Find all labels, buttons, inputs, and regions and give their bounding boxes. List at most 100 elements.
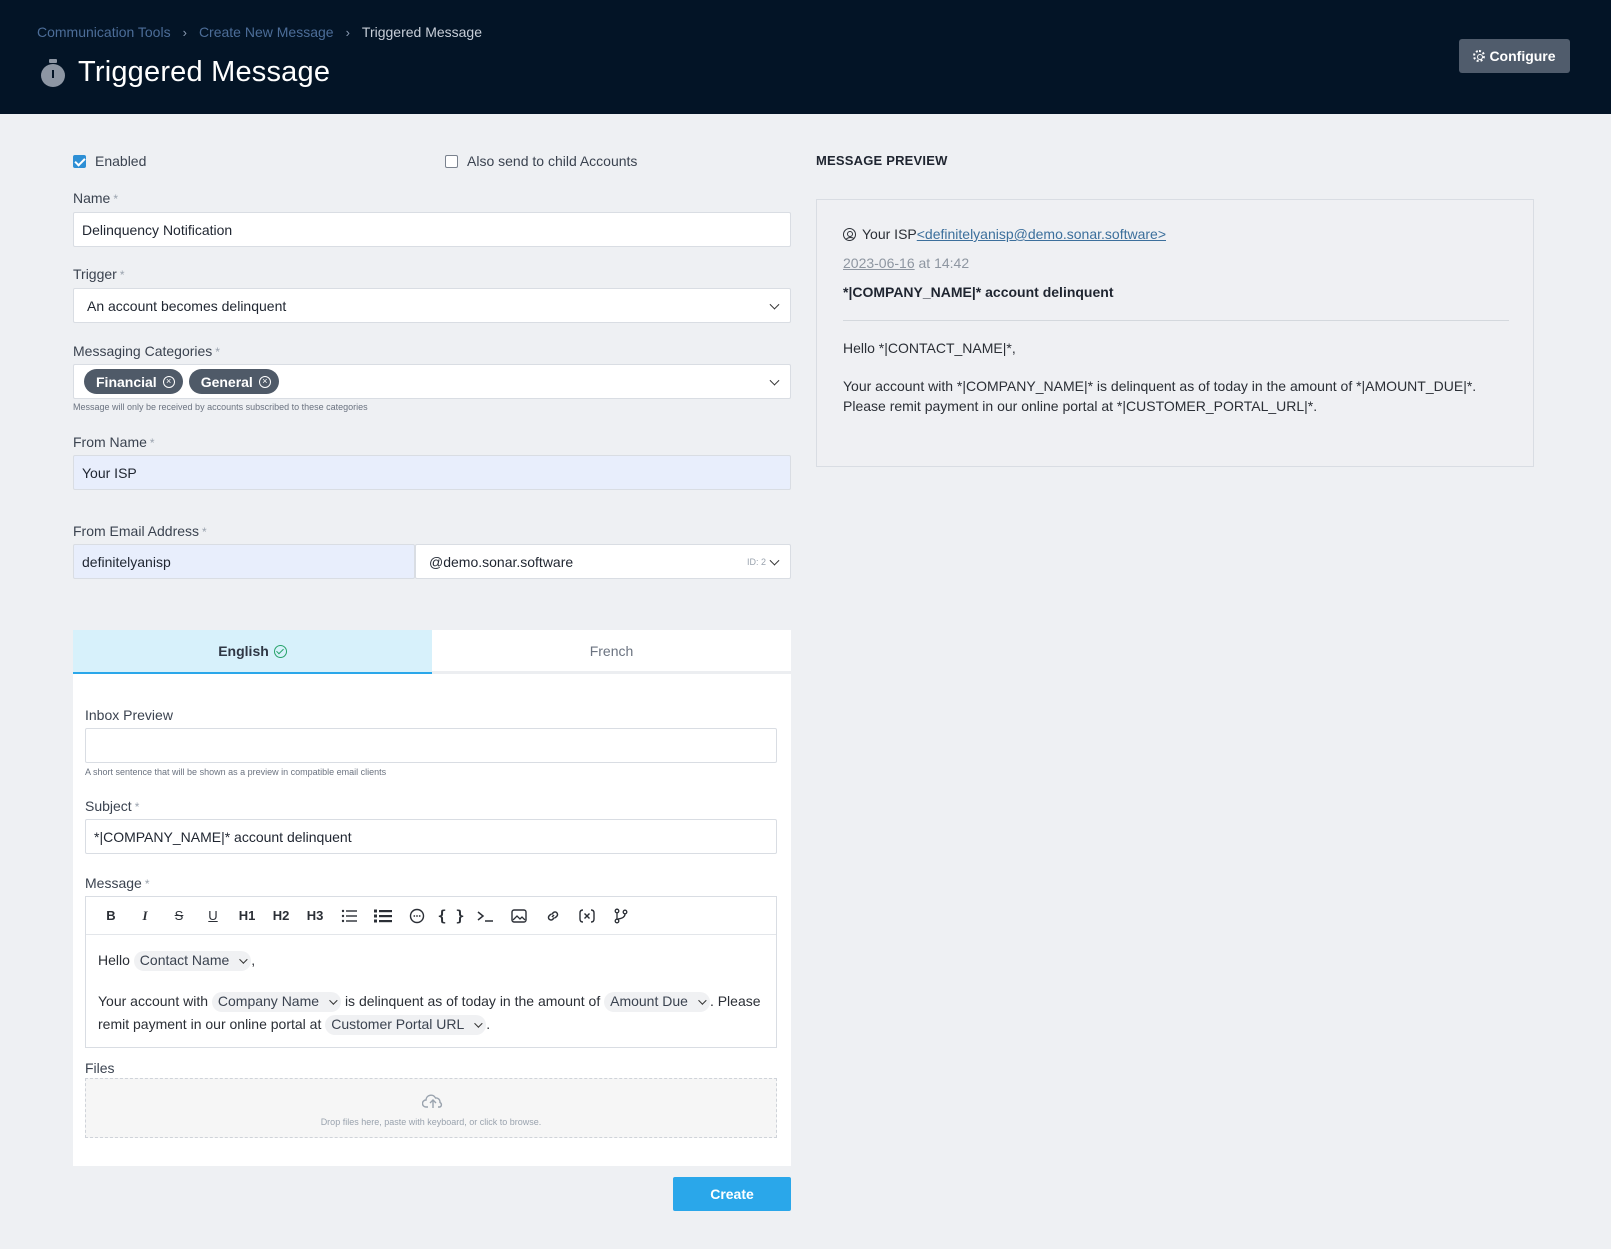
preview-from-name: Your ISP [862, 226, 917, 242]
title-row: Triggered Message [40, 56, 330, 89]
preview-date: 2023-06-16 at 14:42 [843, 255, 969, 271]
italic-button[interactable]: I [128, 901, 162, 931]
message-label: Message * [85, 875, 150, 891]
editor-toolbar: B I S U H1 H2 H3 { } [86, 897, 776, 935]
categories-label: Messaging Categories * [73, 343, 220, 359]
branch-icon[interactable] [604, 901, 638, 931]
file-dropzone[interactable]: Drop files here, paste with keyboard, or… [85, 1078, 777, 1138]
language-panel: English French Inbox Preview A short sen… [73, 630, 791, 1166]
chevron-down-icon [239, 954, 248, 964]
variable-customer-portal-url[interactable]: Customer Portal URL [325, 1014, 487, 1035]
from-name-label: From Name * [73, 434, 155, 450]
enabled-checkbox[interactable] [73, 154, 86, 168]
child-accounts-checkbox-row[interactable]: Also send to child Accounts [445, 153, 637, 169]
from-name-input[interactable]: Your ISP [73, 455, 791, 490]
trigger-value: An account becomes delinquent [87, 297, 287, 314]
files-label: Files [85, 1060, 115, 1076]
enabled-checkbox-row[interactable]: Enabled [73, 153, 146, 169]
categories-help: Message will only be received by account… [73, 402, 368, 412]
user-circle-icon [843, 227, 856, 241]
name-input[interactable]: Delinquency Notification [73, 212, 791, 247]
image-icon[interactable] [502, 901, 536, 931]
editor-body[interactable]: Hello Contact Name, Your account with Co… [86, 935, 776, 1050]
preview-line-body: Your account with *|COMPANY_NAME|* is de… [843, 378, 1477, 414]
create-button[interactable]: Create [673, 1177, 791, 1211]
body-text: Hello [98, 952, 130, 968]
domain-id: ID: 2 [746, 556, 766, 567]
preview-date-link[interactable]: 2023-06-16 [843, 255, 915, 271]
message-editor[interactable]: B I S U H1 H2 H3 { } Hello Contact Name … [85, 896, 777, 1048]
remove-tag-icon[interactable]: × [162, 375, 175, 388]
variable-company-name[interactable]: Company Name [211, 991, 342, 1012]
inbox-preview-help: A short sentence that will be shown as a… [85, 767, 387, 777]
terminal-icon[interactable] [468, 901, 502, 931]
preview-from-email[interactable]: <definitelyanisp@demo.sonar.software> [917, 226, 1166, 242]
breadcrumb-create-new-message[interactable]: Create New Message [199, 24, 334, 40]
chevron-down-icon [769, 375, 780, 386]
from-email-local-input[interactable]: definitelyanisp [73, 544, 415, 579]
message-preview: Your ISP <definitelyanisp@demo.sonar.sof… [816, 199, 1534, 467]
breadcrumb-current: Triggered Message [361, 24, 482, 40]
body-text: Your account with [98, 993, 208, 1009]
breadcrumb-separator-icon: › [345, 24, 350, 40]
categories-select[interactable]: Financial × General × [73, 364, 791, 399]
preview-line-greeting: Hello *|CONTACT_NAME|*, [843, 340, 1016, 356]
variable-icon[interactable] [570, 901, 604, 931]
dropzone-text: Drop files here, paste with keyboard, or… [320, 1117, 542, 1127]
stopwatch-icon [40, 58, 66, 87]
preview-heading: MESSAGE PREVIEW [816, 153, 948, 168]
chevron-down-icon [698, 995, 707, 1005]
trigger-select[interactable]: An account becomes delinquent [73, 288, 791, 323]
check-circle-icon [273, 644, 287, 658]
child-accounts-label: Also send to child Accounts [467, 153, 638, 169]
inbox-preview-label: Inbox Preview [85, 707, 173, 723]
variable-amount-due[interactable]: Amount Due [604, 991, 710, 1012]
body-text: remit payment in our online portal at [98, 1016, 322, 1032]
tab-french[interactable]: French [432, 630, 791, 674]
category-tag-general: General × [188, 369, 279, 394]
name-label: Name * [73, 190, 119, 206]
breadcrumb-communication-tools[interactable]: Communication Tools [37, 24, 171, 40]
trigger-label: Trigger * [73, 266, 125, 282]
inbox-preview-input[interactable] [85, 728, 777, 763]
page-header: Communication Tools › Create New Message… [0, 0, 1611, 114]
body-text: , [251, 952, 256, 968]
strikethrough-button[interactable]: S [162, 901, 196, 931]
body-text: is delinquent as of today in the amount … [344, 993, 601, 1009]
underline-button[interactable]: U [196, 901, 230, 931]
breadcrumb: Communication Tools › Create New Message… [37, 24, 482, 40]
heading-1-button[interactable]: H1 [230, 901, 264, 931]
chevron-down-icon [769, 299, 780, 310]
tab-french-label: French [589, 642, 634, 659]
category-tag-financial: Financial × [84, 369, 183, 394]
link-icon[interactable] [536, 901, 570, 931]
child-accounts-checkbox[interactable] [445, 154, 458, 168]
ordered-list-icon[interactable] [366, 901, 400, 931]
gear-icon [1473, 50, 1486, 62]
tab-english[interactable]: English [73, 630, 432, 674]
configure-button[interactable]: Configure [1459, 39, 1570, 73]
subject-label: Subject * [85, 798, 140, 814]
body-text: . Please [709, 993, 761, 1009]
preview-time: at 14:42 [918, 255, 970, 271]
bullet-list-icon[interactable] [332, 901, 366, 931]
remove-tag-icon[interactable]: × [258, 375, 271, 388]
chevron-down-icon [329, 995, 338, 1005]
cloud-upload-icon [422, 1094, 443, 1108]
heading-2-button[interactable]: H2 [264, 901, 298, 931]
subject-input[interactable]: *|COMPANY_NAME|* account delinquent [85, 819, 777, 854]
heading-3-button[interactable]: H3 [298, 901, 332, 931]
code-block-icon[interactable]: { } [434, 901, 468, 931]
comment-icon[interactable] [400, 901, 434, 931]
preview-body: Hello *|CONTACT_NAME|*, Your account wit… [843, 338, 1513, 434]
variable-contact-name[interactable]: Contact Name [133, 950, 252, 971]
from-email-domain-select[interactable]: @demo.sonar.software ID: 2 [415, 544, 791, 579]
body-text: . [486, 1016, 491, 1032]
divider [843, 320, 1509, 321]
bold-button[interactable]: B [94, 901, 128, 931]
enabled-label: Enabled [95, 153, 147, 169]
chevron-down-icon [769, 555, 780, 566]
preview-subject: *|COMPANY_NAME|* account delinquent [843, 284, 1114, 300]
chevron-down-icon [474, 1018, 483, 1028]
from-email-domain-value: @demo.sonar.software [429, 553, 574, 570]
